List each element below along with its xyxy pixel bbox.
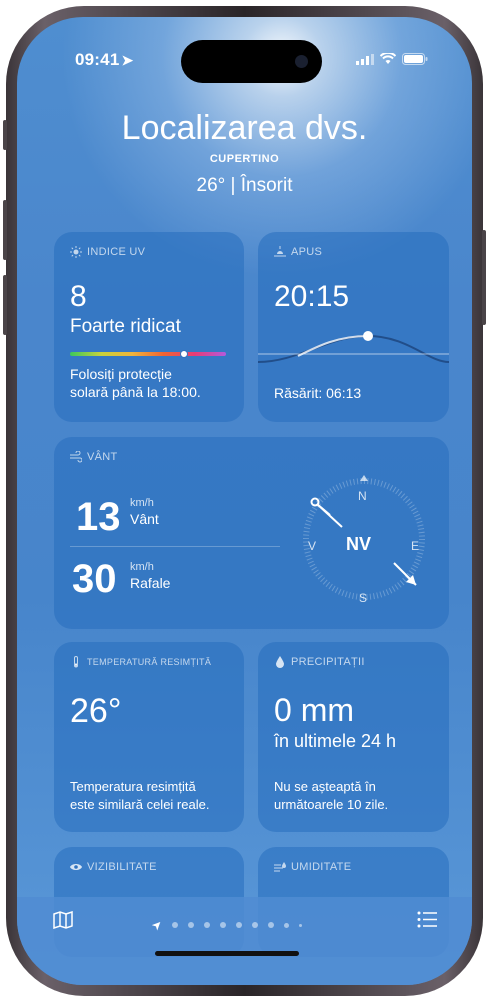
uv-scale-marker: [179, 350, 188, 358]
precipitation-note-2: următoarele 10 zile.: [274, 797, 389, 812]
uv-value: 8: [70, 280, 87, 313]
precipitation-header: PRECIPITAȚII: [274, 656, 365, 668]
screen: 09:41 ➤ Localizarea dvs. CUPERTINO 26° | …: [17, 17, 472, 985]
time-text: 09:41: [75, 50, 120, 69]
thermometer-icon: [74, 656, 78, 668]
list-icon[interactable]: [417, 911, 437, 928]
precipitation-period: în ultimele 24 h: [274, 731, 397, 751]
uv-level: Foarte ridicat: [70, 316, 181, 337]
battery-icon: [402, 53, 428, 65]
status-time: 09:41 ➤: [75, 50, 133, 70]
silent-switch: [3, 120, 7, 150]
uv-advice-line-2: solară până la 18:00.: [70, 384, 201, 400]
wind-speed-value: 13: [76, 495, 121, 539]
wind-icon: [70, 451, 82, 463]
bottom-toolbar: ➤: [17, 897, 472, 985]
volume-down-button: [3, 275, 7, 335]
home-indicator: [155, 951, 299, 956]
page-dot: [236, 922, 243, 928]
feels-like-label: TEMPERATURĂ RESIMȚITĂ: [87, 657, 212, 667]
precipitation-label: PRECIPITAȚII: [291, 656, 365, 668]
page-dot: [204, 922, 211, 928]
humidity-header: UMIDITATE: [274, 861, 351, 873]
sunset-icon: [274, 246, 286, 257]
page-dot: [188, 922, 195, 928]
humidity-icon: [274, 862, 286, 872]
sunset-label: APUS: [291, 246, 323, 258]
compass-north: N: [358, 489, 367, 503]
sunset-card[interactable]: APUS 20:15 Răsărit: 06:13: [258, 232, 449, 422]
feels-like-value: 26°: [70, 692, 122, 730]
precipitation-note-1: Nu se așteaptă în: [274, 779, 376, 794]
feels-like-header: TEMPERATURĂ RESIMȚITĂ: [70, 656, 211, 668]
wind-card[interactable]: VÂNT 13 km/h Vânt 30 km/h Rafale N S E V…: [54, 437, 449, 629]
page-indicator[interactable]: ➤: [148, 916, 303, 934]
sun-path-graph: [258, 331, 449, 363]
location-title: Localizarea dvs.: [121, 109, 368, 147]
uv-card-header: INDICE UV: [70, 246, 145, 258]
feels-like-card[interactable]: TEMPERATURĂ RESIMȚITĂ 26° Temperatura re…: [54, 642, 244, 832]
feels-like-note-2: este similară celei reale.: [70, 797, 210, 812]
compass-west: V: [308, 539, 317, 553]
page-dot: [252, 922, 259, 928]
location-arrow-icon: ➤: [148, 916, 166, 934]
wind-speed-label: Vânt: [130, 511, 159, 527]
signal-icon: [356, 53, 374, 65]
precipitation-value: 0 mm: [274, 692, 354, 728]
location-arrow-icon: ➤: [121, 52, 134, 68]
power-button: [482, 230, 486, 325]
wind-card-header: VÂNT: [70, 451, 118, 463]
gust-unit: km/h: [130, 561, 154, 573]
wifi-icon: [380, 53, 396, 64]
compass-south: S: [359, 591, 368, 605]
map-icon[interactable]: [53, 911, 73, 929]
sunset-card-header: APUS: [274, 246, 322, 258]
page-dot: [268, 922, 275, 928]
volume-up-button: [3, 200, 7, 260]
city-name: CUPERTINO: [209, 153, 280, 165]
visibility-header: VIZIBILITATE: [70, 861, 157, 873]
uv-advice-line-1: Folosiți protecție: [70, 366, 172, 382]
page-dot: [220, 922, 227, 928]
camera-icon: [295, 55, 308, 68]
visibility-label: VIZIBILITATE: [87, 861, 157, 873]
dynamic-island: [181, 40, 322, 83]
sun-icon: [70, 246, 82, 258]
gust-label: Rafale: [130, 575, 171, 591]
precipitation-card[interactable]: PRECIPITAȚII 0 mm în ultimele 24 h Nu se…: [258, 642, 449, 832]
page-dot: [284, 922, 290, 928]
eye-icon: [70, 864, 82, 870]
uv-label: INDICE UV: [87, 246, 146, 258]
compass-east: E: [411, 539, 420, 553]
feels-like-note-1: Temperatura resimțită: [70, 779, 196, 794]
uv-scale-bar: [70, 352, 226, 356]
current-summary: 26° | Însorit: [196, 175, 293, 196]
page-dot: [299, 923, 303, 927]
wind-label: VÂNT: [87, 451, 118, 463]
page-dot: [172, 922, 179, 928]
drop-icon: [276, 656, 284, 668]
sunrise-time: Răsărit: 06:13: [274, 385, 362, 401]
wind-speed-unit: km/h: [130, 497, 154, 509]
humidity-label: UMIDITATE: [291, 861, 352, 873]
wind-direction: NV: [346, 534, 372, 554]
gust-value: 30: [72, 557, 117, 601]
status-icons: [356, 53, 428, 65]
wind-divider: [70, 546, 280, 547]
sunset-time: 20:15: [274, 280, 350, 313]
uv-index-card[interactable]: INDICE UV 8 Foarte ridicat Folosiți prot…: [54, 232, 244, 422]
